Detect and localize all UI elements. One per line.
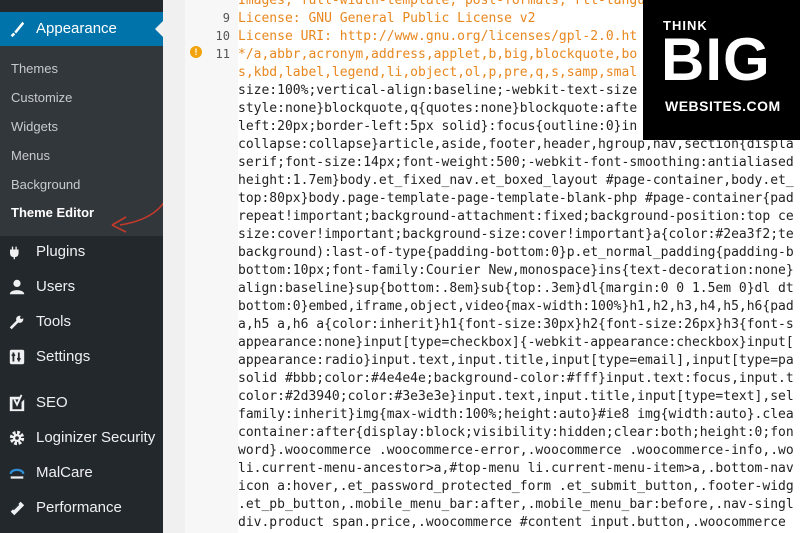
submenu-item-background[interactable]: Background xyxy=(11,177,80,192)
code-line: icon a:hover,.et_password_protected_form… xyxy=(238,479,794,494)
code-line: License URI: http://www.gnu.org/licenses… xyxy=(238,29,638,44)
menu-item-appearance[interactable]: Appearance xyxy=(0,12,163,46)
code-line: */a,abbr,acronym,address,applet,b,big,bl… xyxy=(238,47,638,62)
menu-item-malcare[interactable]: MalCare xyxy=(0,460,163,486)
code-line: a,h5 a,h6 a{color:inherit}h1{font-size:3… xyxy=(238,317,794,332)
code-line: color:#2d3940;color:#3e3e3e}input.text,i… xyxy=(238,389,794,404)
menu-label-tools: Tools xyxy=(36,313,72,330)
wrench-icon xyxy=(9,315,24,330)
yoast-seo-icon xyxy=(9,394,25,412)
code-line: repeat!important;background-attachment:f… xyxy=(238,209,794,224)
code-line: left:20px;border-left:5px solid}:focus{o… xyxy=(238,119,638,134)
code-line: Images, full-width-template, post-format… xyxy=(238,0,645,8)
code-line: s,kbd,label,legend,li,object,ol,p,pre,q,… xyxy=(238,65,638,80)
submenu-item-widgets[interactable]: Widgets xyxy=(11,119,58,134)
code-line: appearance:none}input[type=checkbox]{-we… xyxy=(238,335,794,350)
code-line: div.product span.price,.woocommerce #con… xyxy=(238,515,786,530)
gear-icon xyxy=(9,430,25,446)
submenu-item-themes[interactable]: Themes xyxy=(11,61,58,76)
line-numbers: 9 10 11 xyxy=(185,0,238,533)
paintbrush-icon xyxy=(10,21,25,38)
logo-websites-text: WEBSITES.COM xyxy=(665,98,781,114)
menu-item-plugins[interactable]: Plugins xyxy=(0,239,163,265)
menu-item-tools[interactable]: Tools xyxy=(0,309,163,335)
logo-big-text: BIG xyxy=(661,26,771,93)
menu-item-settings[interactable]: Settings xyxy=(0,344,163,370)
code-line: appearance:radio}input.text,input.title,… xyxy=(238,353,794,368)
submenu-item-theme-editor[interactable]: Theme Editor xyxy=(11,205,94,220)
code-line: height:1.7em}body.et_fixed_nav.et_boxed_… xyxy=(238,173,794,188)
appearance-submenu: Themes Customize Widgets Menus Backgroun… xyxy=(0,46,175,236)
admin-sidebar: Appearance Themes Customize Widgets Menu… xyxy=(0,0,175,533)
code-line: background):last-of-type{padding-bottom:… xyxy=(238,245,794,260)
settings-icon xyxy=(9,349,25,365)
code-line: serif;font-size:14px;font-weight:500;-we… xyxy=(238,155,794,170)
line-number: 10 xyxy=(215,29,230,43)
menu-item-seo[interactable]: SEO xyxy=(0,390,163,416)
code-line: bottom:10px;font-family:Courier New,mono… xyxy=(238,263,794,278)
code-line: align:baseline}sup{bottom:.8em}sub{top:.… xyxy=(238,281,794,296)
code-line: container:after{display:block;visibility… xyxy=(238,425,794,440)
menu-label-users: Users xyxy=(36,278,76,295)
user-icon xyxy=(9,279,25,295)
menu-label-performance: Performance xyxy=(36,499,122,516)
menu-label-plugins: Plugins xyxy=(36,243,86,260)
performance-icon xyxy=(10,501,25,516)
code-line: top:80px}body.page-template-page-templat… xyxy=(238,191,794,206)
plug-icon xyxy=(10,246,19,260)
warning-icon[interactable]: ! xyxy=(190,46,202,58)
editor-gutter xyxy=(163,0,185,533)
menu-label-settings: Settings xyxy=(36,348,91,365)
menu-label-malcare: MalCare xyxy=(36,464,93,481)
code-line: family:inherit}img{max-width:100%;height… xyxy=(238,407,794,422)
menu-item-performance[interactable]: Performance xyxy=(0,495,163,521)
line-number: 11 xyxy=(215,47,230,61)
code-line: word}.woocommerce .woocommerce-error,.wo… xyxy=(238,443,794,458)
current-menu-arrow xyxy=(155,21,163,37)
submenu-item-menus[interactable]: Menus xyxy=(11,148,50,163)
code-line: style:none}blockquote,q{quotes:none}bloc… xyxy=(238,101,638,116)
code-line: bottom:0}embed,iframe,object,video{max-w… xyxy=(238,299,794,314)
menu-item-users[interactable]: Users xyxy=(0,274,163,300)
code-line: size:100%;vertical-align:baseline;-webki… xyxy=(238,83,638,98)
line-number: 9 xyxy=(222,11,230,25)
menu-item-loginizer-security[interactable]: Loginizer Security xyxy=(0,425,163,451)
code-line: .et_pb_button,.mobile_menu_bar:after,.mo… xyxy=(238,497,794,512)
menu-label-appearance: Appearance xyxy=(36,20,117,37)
think-big-websites-logo: THINK BIG WEBSITES.COM xyxy=(643,0,800,140)
code-line: solid #bbb;color:#4e4e4e;background-colo… xyxy=(238,371,794,386)
code-line: size:cover!important;background-size:cov… xyxy=(238,227,794,242)
code-line: li.current-menu-ancestor>a,#top-menu li.… xyxy=(238,461,794,476)
menu-label-seo: SEO xyxy=(36,394,68,411)
menu-label-loginizer-security: Loginizer Security xyxy=(36,429,156,446)
submenu-item-customize[interactable]: Customize xyxy=(11,90,72,105)
malcare-icon xyxy=(9,468,25,479)
code-line: License: GNU General Public License v2 xyxy=(238,11,536,26)
